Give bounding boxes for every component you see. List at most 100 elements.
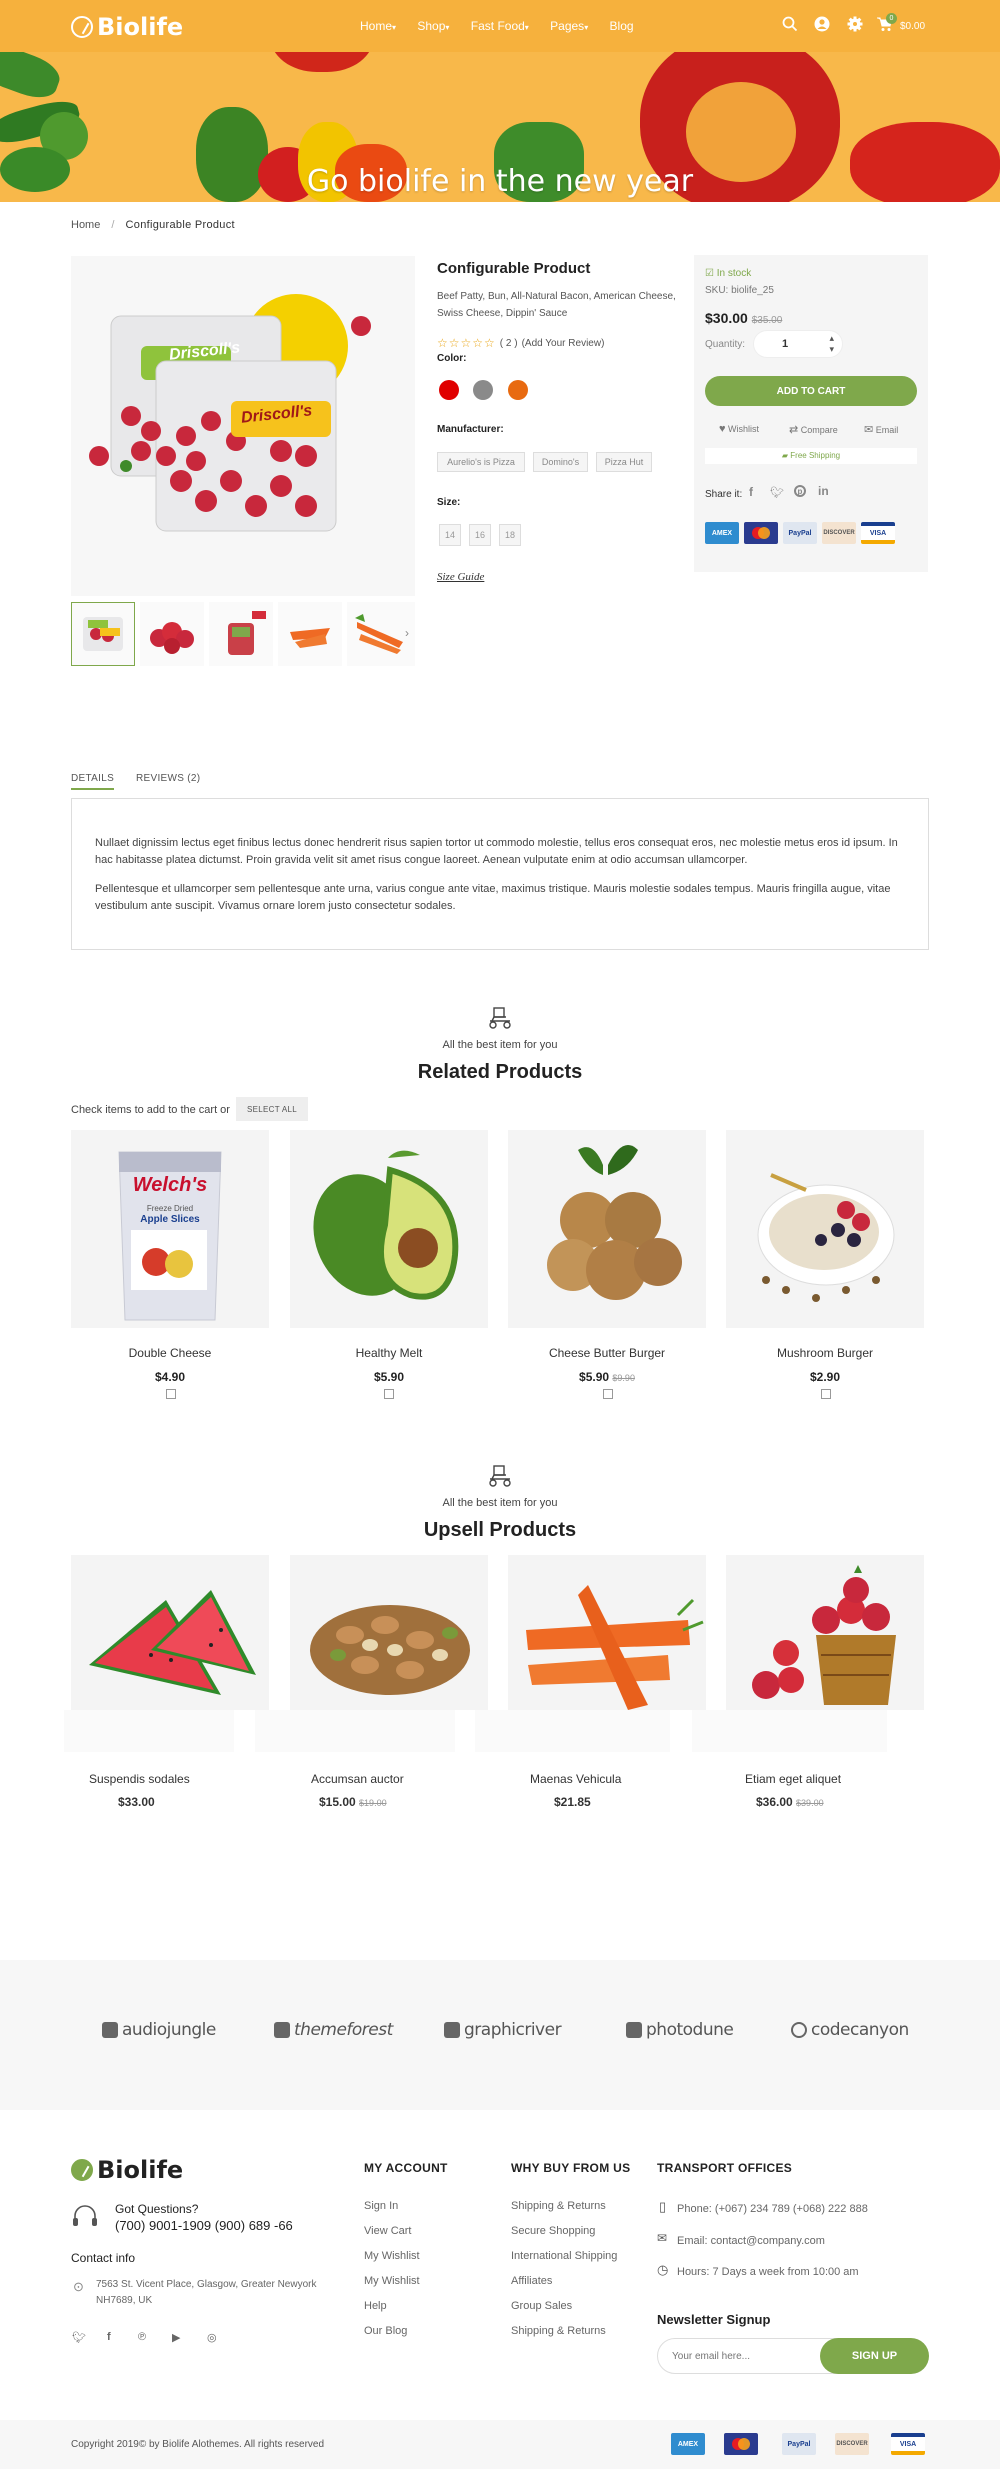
pinterest-icon[interactable]: ℗ <box>138 2331 146 2343</box>
product-name[interactable]: Accumsan auctor <box>311 1772 509 1786</box>
footer-link[interactable]: Our Blog <box>364 2325 407 2337</box>
product-name[interactable]: Mushroom Burger <box>726 1346 924 1360</box>
nav-home[interactable]: Home▾ <box>360 19 396 33</box>
quantity-stepper[interactable]: 1 ▴ ▾ <box>753 330 843 358</box>
product-image[interactable] <box>290 1555 488 1710</box>
facebook-icon[interactable]: f <box>107 2331 111 2343</box>
footer-link[interactable]: Secure Shopping <box>511 2225 595 2237</box>
footer-link[interactable]: My Wishlist <box>364 2275 420 2287</box>
product-image[interactable] <box>290 1130 488 1328</box>
free-shipping-bar: ▰ Free Shipping <box>705 448 917 464</box>
brand-audiojungle[interactable]: audiojungle <box>102 2020 216 2040</box>
search-icon[interactable] <box>782 16 798 36</box>
facebook-icon[interactable]: f <box>749 485 753 499</box>
newsletter-signup-button[interactable]: SIGN UP <box>820 2338 929 2374</box>
manufacturer-option[interactable]: Aurelio's is Pizza <box>437 452 525 472</box>
product-image[interactable] <box>508 1130 706 1328</box>
nav-shop[interactable]: Shop▾ <box>417 19 449 33</box>
chevron-right-icon[interactable]: › <box>405 626 409 640</box>
truck-icon: ▰ <box>781 451 789 460</box>
phone-icon: ▯ <box>659 2199 667 2214</box>
nav-blog[interactable]: Blog <box>610 19 634 33</box>
product-name[interactable]: Etiam eget aliquet <box>745 1772 943 1786</box>
product-image[interactable] <box>71 1555 269 1710</box>
add-to-cart-button[interactable]: ADD TO CART <box>705 376 917 406</box>
footer-logo[interactable]: Biolife <box>71 2156 183 2184</box>
user-icon[interactable] <box>814 16 830 35</box>
add-review-link[interactable]: (Add Your Review) <box>522 338 605 349</box>
linkedin-icon[interactable]: in <box>818 484 829 498</box>
manufacturer-option[interactable]: Domino's <box>533 452 588 472</box>
product-image[interactable] <box>726 1130 924 1328</box>
product-select-checkbox[interactable] <box>166 1389 176 1399</box>
product-select-checkbox[interactable] <box>603 1389 613 1399</box>
decrease-icon[interactable]: ▾ <box>829 344 834 355</box>
compare-button[interactable]: ⇄ Compare <box>789 423 838 436</box>
product-select-checkbox[interactable] <box>384 1389 394 1399</box>
color-swatch-red[interactable] <box>439 380 459 400</box>
size-option[interactable]: 14 <box>439 524 461 546</box>
brand-themeforest[interactable]: themeforest <box>274 2020 393 2040</box>
brand-photodune[interactable]: photodune <box>626 2020 734 2040</box>
email-button[interactable]: ✉ Email <box>864 423 898 436</box>
cart-total[interactable]: $0.00 <box>900 21 925 32</box>
product-main-image[interactable]: Driscoll's Driscoll's <box>71 256 415 596</box>
themeforest-icon <box>274 2022 290 2038</box>
size-option[interactable]: 16 <box>469 524 491 546</box>
product-select-checkbox[interactable] <box>821 1389 831 1399</box>
site-logo[interactable]: Biolife <box>71 13 183 41</box>
breadcrumb-home[interactable]: Home <box>71 219 100 231</box>
newsletter-email-input[interactable] <box>657 2338 837 2374</box>
quantity-value[interactable]: 1 <box>782 338 788 350</box>
size-option[interactable]: 18 <box>499 524 521 546</box>
select-all-button[interactable]: SELECT ALL <box>236 1097 308 1121</box>
brand-graphicriver[interactable]: graphicriver <box>444 2020 562 2040</box>
pinterest-icon[interactable]: p <box>794 485 806 497</box>
main-nav: Home▾ Shop▾ Fast Food▾ Pages▾ Blog <box>360 19 652 33</box>
product-name[interactable]: Maenas Vehicula <box>530 1772 728 1786</box>
twitter-icon[interactable]: 🐦︎ <box>770 486 784 499</box>
size-guide-link[interactable]: Size Guide <box>437 571 484 583</box>
instagram-icon[interactable]: ◎ <box>207 2331 217 2344</box>
color-swatch-orange[interactable] <box>508 380 528 400</box>
product-image[interactable] <box>726 1555 924 1710</box>
footer-link[interactable]: View Cart <box>364 2225 411 2237</box>
manufacturer-option[interactable]: Pizza Hut <box>596 452 652 472</box>
footer-link[interactable]: Shipping & Returns <box>511 2200 606 2212</box>
increase-icon[interactable]: ▴ <box>829 333 834 344</box>
youtube-icon[interactable]: ▶ <box>172 2331 180 2344</box>
quantity-label: Quantity: <box>705 339 746 350</box>
brand-codecanyon[interactable]: codecanyon <box>791 2020 909 2040</box>
product-old-price: $9.90 <box>612 1373 635 1383</box>
footer-link[interactable]: Sign In <box>364 2200 398 2212</box>
tab-reviews[interactable]: REVIEWS (2) <box>136 773 200 784</box>
footer-link[interactable]: Group Sales <box>511 2300 572 2312</box>
banner-title: Go biolife in the new year <box>306 164 694 199</box>
product-name[interactable]: Suspendis sodales <box>89 1772 287 1786</box>
mail-icon: ✉ <box>864 424 874 436</box>
product-name[interactable]: Cheese Butter Burger <box>508 1346 706 1360</box>
thumbnail[interactable] <box>140 602 204 666</box>
thumbnail[interactable] <box>209 602 273 666</box>
nav-pages[interactable]: Pages▾ <box>550 19 588 33</box>
product-image[interactable]: Welch's Freeze Dried Apple Slices <box>71 1130 269 1328</box>
twitter-icon[interactable]: 🐦︎ <box>72 2331 86 2344</box>
thumbnail[interactable] <box>71 602 135 666</box>
footer-link[interactable]: Affiliates <box>511 2275 552 2287</box>
product-name[interactable]: Healthy Melt <box>290 1346 488 1360</box>
gear-icon[interactable] <box>847 16 863 35</box>
footer-link[interactable]: Help <box>364 2300 387 2312</box>
thumbnail[interactable]: › <box>347 602 415 666</box>
wishlist-button[interactable]: ♥ Wishlist <box>719 423 759 435</box>
product-image[interactable] <box>508 1555 706 1710</box>
footer-link[interactable]: My Wishlist <box>364 2250 420 2262</box>
color-swatch-gray[interactable] <box>473 380 493 400</box>
discover-icon: DISCOVER <box>822 522 856 544</box>
transport-email[interactable]: Email: contact@company.com <box>677 2235 825 2247</box>
product-name[interactable]: Double Cheese <box>71 1346 269 1360</box>
footer-link[interactable]: Shipping & Returns <box>511 2325 606 2337</box>
thumbnail[interactable] <box>278 602 342 666</box>
tab-details[interactable]: DETAILS <box>71 773 115 790</box>
footer-link[interactable]: International Shipping <box>511 2250 617 2262</box>
nav-fast-food[interactable]: Fast Food▾ <box>471 19 529 33</box>
